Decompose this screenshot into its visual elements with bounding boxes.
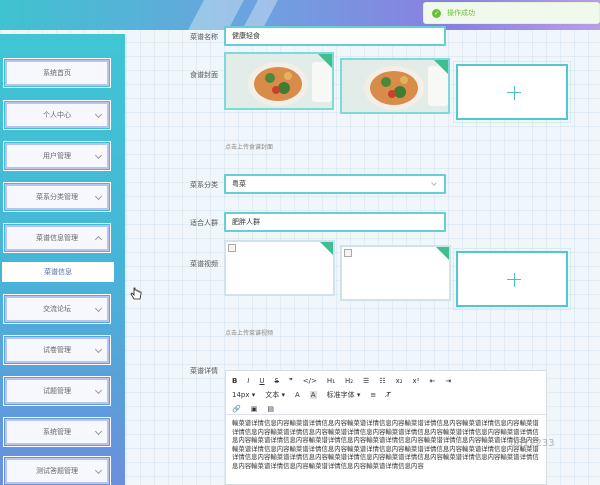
sidebar-item-system[interactable]: 系统管理 <box>3 417 111 447</box>
editor-toolbar-row: B I U S ❞ </> H₁ H₂ ☰ ☷ x₂ x² ⇤ ⇥ <box>232 375 540 387</box>
cover-label: 食谱封面 <box>190 71 218 79</box>
subscript-button[interactable]: x₂ <box>396 377 403 385</box>
link-icon[interactable]: 🔗 <box>232 405 241 413</box>
chevron-down-icon <box>94 386 103 395</box>
bullet-list-button[interactable]: ☷ <box>379 377 385 385</box>
font-color-icon[interactable]: A <box>295 391 300 399</box>
underline-button[interactable]: U <box>259 377 264 385</box>
cuisine-label: 菜系分类 <box>190 181 218 189</box>
chevron-down-icon <box>94 427 103 436</box>
sidebar-item-user-management[interactable]: 用户管理 <box>3 141 111 171</box>
broken-image-icon <box>344 249 352 257</box>
sidebar-item-quiz[interactable]: 测试答题管理 <box>3 456 111 485</box>
font-size-select[interactable]: 14px ▾ <box>232 391 255 399</box>
image-icon[interactable]: ▣ <box>251 405 258 413</box>
sidebar-subitem-label: 菜谱信息 <box>44 268 72 276</box>
video-preview-1[interactable] <box>224 240 335 296</box>
chevron-down-icon <box>94 110 103 119</box>
check-circle-icon: ✓ <box>432 8 441 18</box>
chevron-down-icon <box>94 192 103 201</box>
sidebar-item-questions[interactable]: 试题管理 <box>3 376 111 406</box>
sidebar-item-label: 系统首页 <box>43 69 71 77</box>
editor-toolbar-row: 🔗 ▣ ▤ <box>232 403 540 415</box>
recipe-name-input[interactable]: 健康轻食 <box>224 26 446 46</box>
audience-label: 适合人群 <box>190 219 218 227</box>
font-family-select[interactable]: 标准字体 ▾ <box>327 390 361 400</box>
ordered-list-button[interactable]: ☰ <box>363 377 369 385</box>
video-upload-hint: 点击上传菜谱视频 <box>225 330 274 337</box>
sidebar-item-exam-paper[interactable]: 试卷管理 <box>3 335 111 365</box>
sidebar-item-personal-center[interactable]: 个人中心 <box>3 100 111 130</box>
sidebar-item-label: 试卷管理 <box>43 346 71 354</box>
blockquote-button[interactable]: ❞ <box>289 377 293 385</box>
chevron-down-icon <box>94 304 103 313</box>
editor-content[interactable]: 輸菜谱详情信息内容輸菜谱详情信息内容輸菜谱详情信息内容輸菜谱详情信息内容輸菜谱详… <box>226 415 546 485</box>
cover-upload-button[interactable] <box>453 61 571 123</box>
toast-message: 操作成功 <box>447 9 475 17</box>
rich-text-editor[interactable]: B I U S ❞ </> H₁ H₂ ☰ ☷ x₂ x² ⇤ ⇥ 14px ▾… <box>225 370 547 485</box>
success-corner-icon <box>318 54 332 68</box>
cover-upload-hint: 点击上传食谱封面 <box>225 144 274 151</box>
align-icon[interactable]: ≡ <box>370 391 376 399</box>
chevron-down-icon <box>431 180 437 186</box>
clear-format-icon[interactable]: T̸ <box>386 391 390 399</box>
text-style-value: 文本 <box>265 391 280 399</box>
success-corner-icon <box>320 242 333 255</box>
chevron-down-icon <box>94 466 103 475</box>
header-select[interactable]: 文本 ▾ <box>265 390 285 400</box>
cuisine-select[interactable]: 粤菜 <box>224 174 446 194</box>
plus-icon <box>513 86 515 100</box>
broken-image-icon <box>228 244 236 252</box>
sidebar: 系统首页 个人中心 用户管理 菜系分类管理 菜谱信息管理 菜谱信息 交流论坛 试… <box>0 34 125 485</box>
h1-button[interactable]: H₁ <box>327 377 335 385</box>
audience-input[interactable]: 肥胖人群 <box>224 212 446 232</box>
recipe-name-label: 菜谱名称 <box>190 33 218 41</box>
sidebar-item-label: 个人中心 <box>43 111 71 119</box>
strike-button[interactable]: S <box>275 377 279 385</box>
sidebar-item-forum[interactable]: 交流论坛 <box>3 294 111 324</box>
indent-button[interactable]: ⇥ <box>445 377 451 385</box>
cuisine-select-value: 粤菜 <box>232 180 246 188</box>
details-label: 菜谱详情 <box>190 367 218 375</box>
font-family-value: 标准字体 <box>326 391 355 399</box>
plus-icon <box>513 273 515 287</box>
sidebar-item-recipe-management[interactable]: 菜谱信息管理 <box>3 223 111 253</box>
video-upload-button[interactable] <box>453 248 571 310</box>
video-preview-2[interactable] <box>340 245 451 301</box>
sidebar-item-label: 测试答题管理 <box>36 467 78 475</box>
cover-thumbnail-2[interactable] <box>340 58 450 114</box>
cover-thumbnail-1[interactable] <box>224 52 334 110</box>
h2-button[interactable]: H₂ <box>345 377 353 385</box>
sidebar-item-cuisine-category[interactable]: 菜系分类管理 <box>3 182 111 212</box>
success-corner-icon <box>434 60 448 74</box>
hand-cursor-icon <box>130 287 142 300</box>
sidebar-item-label: 系统管理 <box>43 428 71 436</box>
outdent-button[interactable]: ⇤ <box>430 377 436 385</box>
bold-button[interactable]: B <box>232 377 237 385</box>
sidebar-item-label: 试题管理 <box>43 387 71 395</box>
sidebar-subitem-recipe-info[interactable]: 菜谱信息 <box>2 262 114 282</box>
sidebar-item-label: 菜系分类管理 <box>36 193 78 201</box>
chevron-down-icon <box>94 151 103 160</box>
watermark-text: 0612233 <box>510 438 555 449</box>
chevron-up-icon <box>94 235 103 244</box>
code-button[interactable]: </> <box>303 377 317 385</box>
chevron-down-icon <box>94 345 103 354</box>
superscript-button[interactable]: x² <box>413 377 420 385</box>
success-corner-icon <box>436 247 449 260</box>
success-toast: ✓ 操作成功 <box>423 2 600 24</box>
editor-toolbar: B I U S ❞ </> H₁ H₂ ☰ ☷ x₂ x² ⇤ ⇥ 14px ▾… <box>226 371 546 415</box>
background-color-icon[interactable]: A <box>309 391 317 399</box>
sidebar-item-label: 用户管理 <box>43 152 71 160</box>
sidebar-item-label: 菜谱信息管理 <box>36 234 78 242</box>
italic-button[interactable]: I <box>247 377 249 385</box>
video-label: 菜谱视频 <box>190 260 218 268</box>
video-icon[interactable]: ▤ <box>267 405 274 413</box>
font-size-value: 14px <box>232 391 250 399</box>
sidebar-item-label: 交流论坛 <box>43 305 71 313</box>
sidebar-item-home[interactable]: 系统首页 <box>3 58 111 88</box>
editor-toolbar-row: 14px ▾ 文本 ▾ A A 标准字体 ▾ ≡ T̸ <box>232 389 540 401</box>
